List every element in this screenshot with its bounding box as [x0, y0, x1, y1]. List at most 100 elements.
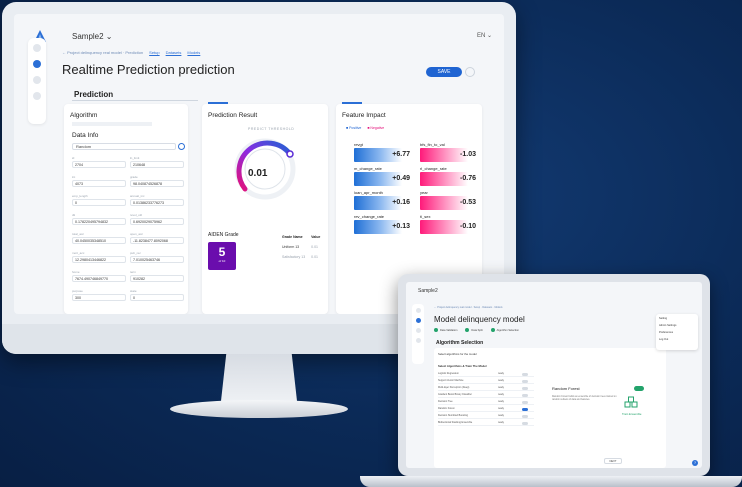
laptop-sidebar-projects-icon[interactable]: [415, 318, 421, 323]
algorithm-row[interactable]: Gradient Boost Binary Classifier ready: [438, 393, 534, 398]
field-label: emp_length: [72, 194, 88, 198]
algorithm-row[interactable]: Logistic Regression ready: [438, 372, 534, 377]
field-input[interactable]: 7.010025463746: [130, 256, 184, 263]
negative-feature-item: ti_sex -0.10: [420, 214, 480, 234]
breadcrumb-setup[interactable]: Setup: [149, 50, 159, 55]
algorithm-toggle[interactable]: [522, 422, 528, 425]
breadcrumb-models[interactable]: Models: [187, 50, 200, 55]
algorithm-row[interactable]: Random Forest ready: [438, 407, 534, 412]
algorithm-toggle[interactable]: [522, 394, 528, 397]
algorithm-row[interactable]: Multi-layer Perceptron (Deep) ready: [438, 386, 534, 391]
train-ensemble-label[interactable]: Train Ensemble: [622, 412, 641, 416]
positive-feature-item: rev_change_rate +0.13: [354, 214, 414, 234]
step-data-split[interactable]: Data Split: [465, 328, 483, 332]
laptop-sidebar-home-icon[interactable]: [415, 308, 421, 313]
rf-toggle[interactable]: [634, 386, 644, 391]
ensemble-icon: [624, 396, 638, 408]
step-data-validation[interactable]: Data Validation: [434, 328, 457, 332]
field-input[interactable]: 12.2980413446822: [72, 256, 126, 263]
section-title: Prediction: [74, 90, 114, 99]
algorithm-toggle[interactable]: [522, 415, 528, 418]
algorithm-toggle[interactable]: [522, 401, 528, 404]
laptop-sidebar-data-icon[interactable]: [415, 328, 421, 333]
step-algorithm-selection[interactable]: Algorithm Selection: [490, 328, 519, 332]
field-label: purpose: [72, 289, 83, 293]
field-input[interactable]: 2704: [72, 161, 126, 168]
field-input[interactable]: 910282: [130, 275, 184, 282]
field-label: dti: [72, 213, 76, 217]
field-input[interactable]: 7674.490746849770: [72, 275, 126, 282]
algorithm-status: ready: [498, 414, 504, 417]
sidebar-data-icon[interactable]: [33, 76, 41, 84]
sidebar-settings-icon[interactable]: [33, 92, 41, 100]
laptop-breadcrumb[interactable]: ← Project delinquency real model · Setup…: [434, 306, 503, 309]
algorithm-status: ready: [498, 386, 504, 389]
menu-item-preferences[interactable]: Preferences: [659, 331, 695, 334]
project-switcher[interactable]: Sample2 ⌄: [72, 32, 113, 41]
refresh-icon[interactable]: [178, 143, 185, 150]
legend-positive[interactable]: ■ Positive: [346, 126, 361, 130]
menu-item-setting[interactable]: Setting: [659, 317, 695, 320]
sidebar-projects-icon[interactable]: [33, 60, 41, 68]
grade-header-value: Value: [311, 235, 321, 239]
field-label: mort_acc: [72, 251, 85, 255]
next-button[interactable]: NEXT: [604, 458, 622, 464]
more-options-icon[interactable]: [465, 67, 475, 77]
feature-bar: -1.03: [420, 148, 480, 162]
grade-cell: Uniform 13: [282, 245, 300, 249]
algorithm-name: Gradient Boost Binary Classifier: [438, 393, 472, 396]
algorithm-name: Decision Tree: [438, 400, 453, 403]
algorithm-field[interactable]: [72, 122, 152, 126]
field-input[interactable]: 0.6920029075962: [130, 218, 184, 225]
breadcrumb-back[interactable]: ← Project delinquency real model · Predi…: [62, 50, 143, 55]
save-button[interactable]: SAVE: [426, 67, 462, 77]
data-select[interactable]: Random: [72, 143, 176, 150]
algorithm-subtitle: Select algorithms for the model: [438, 352, 477, 356]
field-input[interactable]: 0.178220495794832: [72, 218, 126, 225]
algorithm-toggle[interactable]: [522, 373, 528, 376]
algorithm-row[interactable]: Decision Stumbled Boosting ready: [438, 414, 534, 419]
field-input[interactable]: 40.0450035348510: [72, 237, 126, 244]
feature-bar: -0.10: [420, 220, 480, 234]
language-selector[interactable]: EN ⌄: [477, 32, 492, 39]
algorithm-toggle[interactable]: [522, 408, 528, 411]
algorithm-row[interactable]: Support Vector Machine ready: [438, 379, 534, 384]
field-input[interactable]: 300: [72, 294, 126, 301]
laptop-sidebar-settings-icon[interactable]: [415, 338, 421, 343]
rf-description: Random Forest builds an ensemble of deci…: [552, 396, 617, 401]
check-icon: [465, 328, 470, 332]
field-label: home: [72, 270, 80, 274]
feature-bar: +0.49: [354, 172, 414, 186]
field-input[interactable]: 0.01386233776273: [130, 199, 184, 206]
algorithm-row[interactable]: Bidirectional Stacking Ensemble ready: [438, 421, 534, 426]
breadcrumb-datasets[interactable]: Datasets: [166, 50, 182, 55]
legend-negative[interactable]: ■ Negative: [367, 126, 384, 130]
laptop-project-switcher[interactable]: Sample2: [418, 288, 438, 294]
algorithm-status: ready: [498, 372, 504, 375]
field-input[interactable]: 98.040874526878: [130, 180, 184, 187]
menu-item-admin[interactable]: Admin Settings: [659, 324, 695, 327]
sidebar-home-icon[interactable]: [33, 44, 41, 52]
field-input[interactable]: 210648: [130, 161, 184, 168]
prediction-value: 0.01: [248, 168, 268, 179]
menu-item-logout[interactable]: Log Out: [659, 338, 695, 341]
algorithm-name: Support Vector Machine: [438, 379, 464, 382]
field-input[interactable]: 4073: [72, 180, 126, 187]
field-label: revol_util: [130, 213, 143, 217]
algorithm-status: ready: [498, 393, 504, 396]
laptop-steps: Data Validation Data Split Algorithm Sel…: [434, 328, 519, 332]
positive-feature-item: m_change_rate +0.49: [354, 166, 414, 186]
help-icon[interactable]: ?: [692, 460, 698, 466]
algorithm-list-title: Select Algorithms & Train The Model: [438, 364, 487, 368]
algorithm-toggle[interactable]: [522, 380, 528, 383]
field-input[interactable]: 0: [130, 294, 184, 301]
feature-bar: -0.76: [420, 172, 480, 186]
algorithm-title: Algorithm: [70, 112, 98, 119]
field-input[interactable]: 0: [72, 199, 126, 206]
data-info-title: Data Info: [72, 132, 99, 139]
algorithm-name: Bidirectional Stacking Ensemble: [438, 421, 473, 424]
laptop-section-title: Algorithm Selection: [436, 340, 484, 346]
algorithm-toggle[interactable]: [522, 387, 528, 390]
algorithm-row[interactable]: Decision Tree ready: [438, 400, 534, 405]
field-input[interactable]: -11.8238477.8092068: [130, 237, 184, 244]
